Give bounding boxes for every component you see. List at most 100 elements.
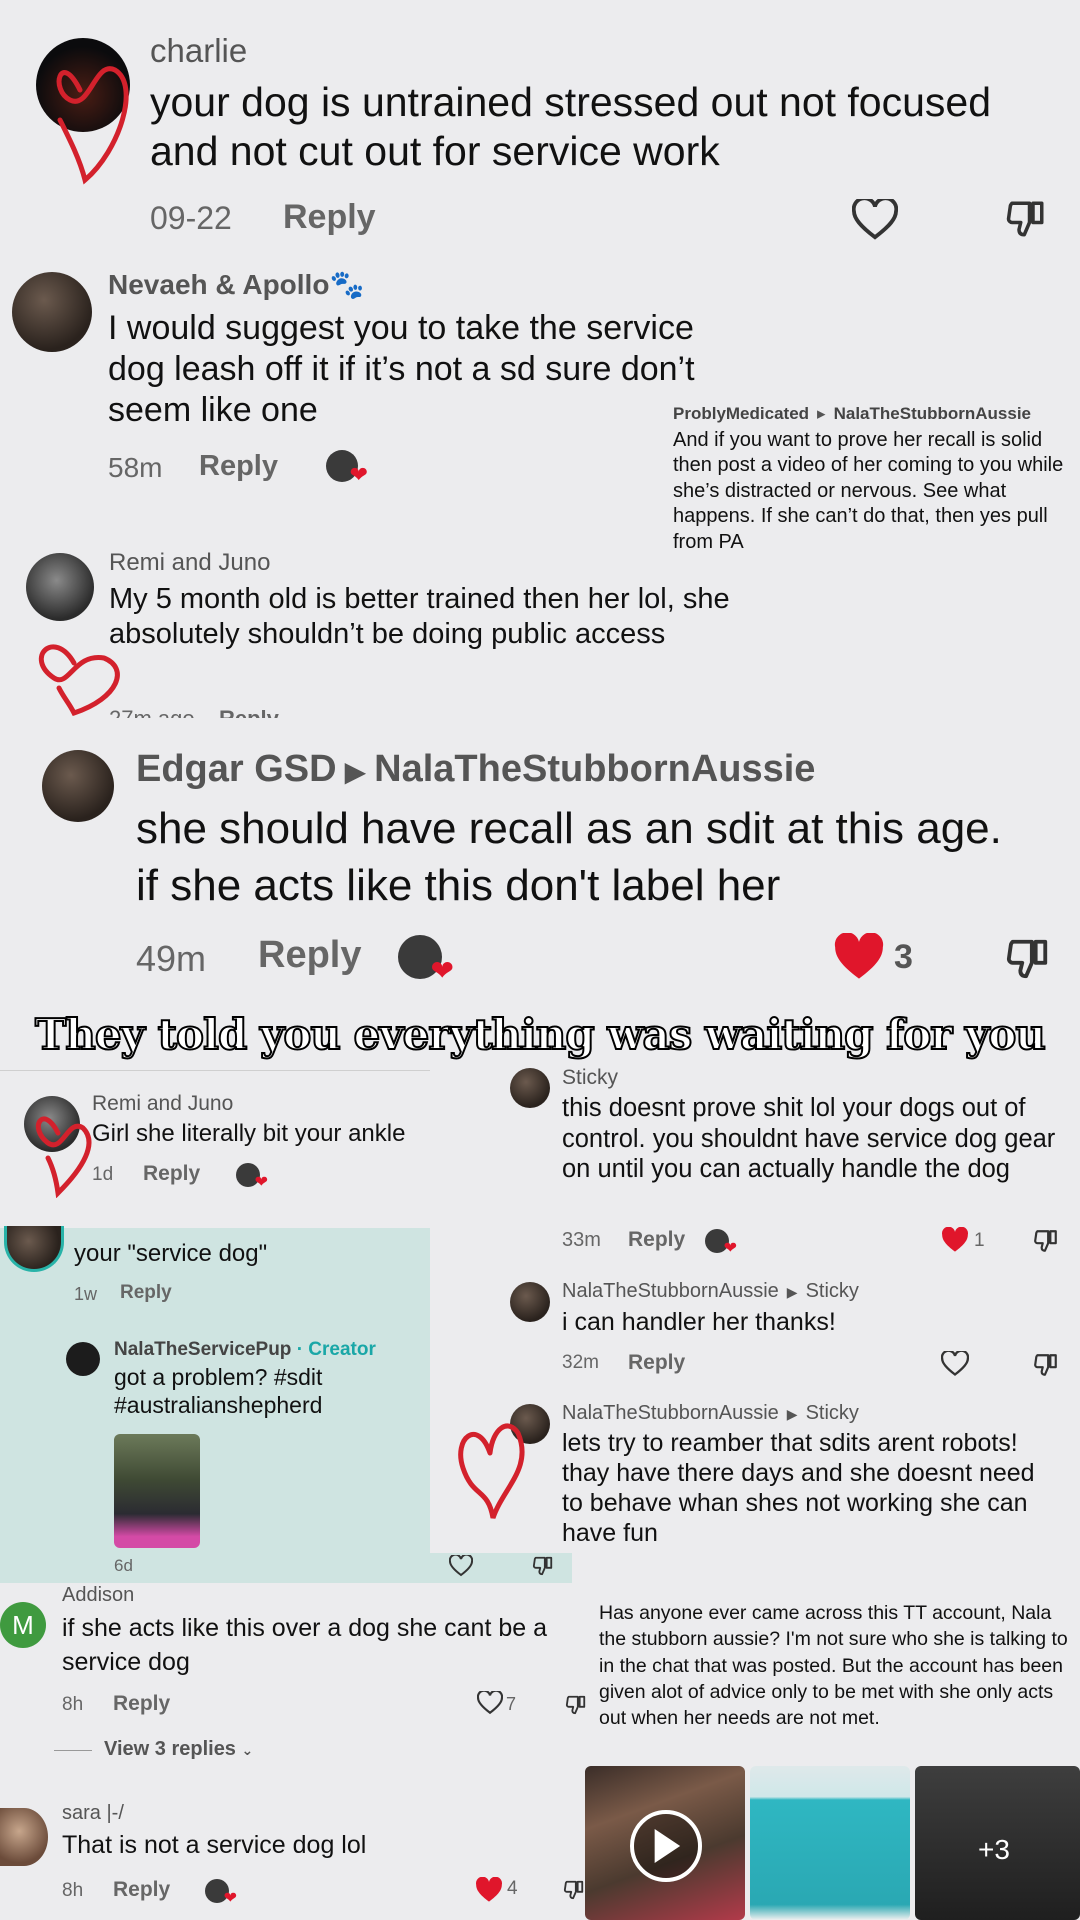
creator-name[interactable]: NalaTheServicePup bbox=[114, 1339, 291, 1360]
comment-text: she should have recall as an sdit at thi… bbox=[136, 804, 1002, 911]
view-replies-button[interactable]: View 3 replies ⌄ bbox=[104, 1738, 253, 1761]
play-icon[interactable] bbox=[630, 1810, 702, 1882]
avatar[interactable] bbox=[12, 272, 92, 352]
reply-to[interactable]: NalaTheStubbornAussie bbox=[834, 404, 1031, 423]
heart-liked-icon[interactable] bbox=[474, 1876, 504, 1904]
creator-badge: · Creator bbox=[296, 1339, 376, 1360]
divider bbox=[54, 1750, 92, 1751]
comment-date: 49m bbox=[136, 938, 207, 979]
reply-from[interactable]: NalaTheStubbornAussie bbox=[562, 1402, 779, 1424]
reply-button[interactable]: Reply bbox=[120, 1282, 172, 1304]
comment-text: I would suggest you to take the service … bbox=[108, 309, 695, 429]
comment-date: 8h bbox=[62, 1694, 84, 1715]
avatar[interactable] bbox=[0, 1808, 48, 1866]
reply-header: NalaTheStubbornAussie ▶ Sticky bbox=[562, 1402, 859, 1424]
dislike-icon[interactable] bbox=[564, 1692, 588, 1718]
comment-date: 6d bbox=[114, 1556, 133, 1575]
heart-liked-icon[interactable] bbox=[832, 932, 886, 982]
commenter-name[interactable]: Remi and Juno bbox=[109, 549, 270, 577]
reply-button[interactable]: Reply bbox=[199, 450, 278, 483]
avatar[interactable] bbox=[510, 1282, 550, 1322]
comment-text: And if you want to prove her recall is s… bbox=[673, 429, 1064, 553]
dislike-icon[interactable] bbox=[562, 1876, 586, 1904]
like-count: 3 bbox=[894, 938, 913, 976]
creator-liked-icon: ❤ bbox=[392, 932, 454, 986]
comment-text: lets try to reamber that sdits arent rob… bbox=[562, 1429, 1035, 1547]
heart-scribble bbox=[38, 644, 120, 717]
heart-icon[interactable] bbox=[852, 198, 898, 242]
reply-to[interactable]: Sticky bbox=[806, 1402, 859, 1424]
dislike-icon[interactable] bbox=[1004, 934, 1052, 984]
comment-text: My 5 month old is better trained then he… bbox=[109, 583, 730, 650]
creator-liked-icon: ❤ bbox=[700, 1226, 737, 1257]
like-count: 7 bbox=[506, 1694, 517, 1714]
reply-from[interactable]: NalaTheStubbornAussie bbox=[562, 1280, 779, 1302]
creator-liked-icon: ❤ bbox=[232, 1160, 268, 1191]
commenter-name[interactable]: Remi and Juno bbox=[92, 1092, 233, 1116]
creator-header: NalaTheServicePup · Creator bbox=[114, 1339, 376, 1361]
reply-button[interactable]: Reply bbox=[219, 706, 279, 718]
creator-reply-panel-bottom bbox=[0, 1553, 572, 1583]
commenter-name[interactable]: Sticky bbox=[562, 1066, 618, 1090]
screenshot-thumbnail[interactable] bbox=[750, 1766, 910, 1920]
avatar[interactable] bbox=[26, 553, 94, 621]
heart-scribble bbox=[56, 66, 129, 185]
like-count: 4 bbox=[507, 1878, 518, 1899]
heart-scribble bbox=[458, 1423, 525, 1519]
avatar[interactable] bbox=[510, 1068, 550, 1108]
cropped-comment-footer: 27m ago Reply bbox=[109, 702, 769, 718]
commenter-name[interactable]: Nevaeh & Apollo🐾 bbox=[108, 268, 364, 301]
chevron-down-icon: ⌄ bbox=[241, 1742, 254, 1758]
comment-text: your dog is untrained stressed out not f… bbox=[150, 79, 992, 175]
comment-date: 58m bbox=[108, 452, 163, 483]
reply-header: NalaTheStubbornAussie ▶ Sticky bbox=[562, 1280, 859, 1302]
reply-button[interactable]: Reply bbox=[628, 1228, 685, 1252]
divider bbox=[0, 1070, 430, 1071]
reply-button[interactable]: Reply bbox=[628, 1351, 685, 1375]
dislike-icon[interactable] bbox=[1032, 1350, 1060, 1380]
heart-icon[interactable] bbox=[448, 1554, 474, 1578]
commenter-name[interactable]: sara |-/ bbox=[62, 1802, 124, 1825]
heart-scribble bbox=[36, 1116, 92, 1198]
commenter-name[interactable]: Addison bbox=[62, 1584, 134, 1607]
heart-liked-icon[interactable] bbox=[940, 1226, 970, 1254]
reply-button[interactable]: Reply bbox=[283, 198, 376, 237]
comment-date: 1w bbox=[74, 1284, 98, 1304]
dislike-icon[interactable] bbox=[1032, 1226, 1060, 1256]
like-count: 1 bbox=[974, 1230, 985, 1251]
video-caption: They told you everything was waiting for… bbox=[34, 1009, 1047, 1060]
comment-text: your "service dog" bbox=[74, 1240, 268, 1267]
creator-liked-icon: ❤ bbox=[320, 446, 368, 487]
dislike-icon[interactable] bbox=[1004, 196, 1048, 242]
avatar[interactable] bbox=[66, 1342, 100, 1376]
commenter-name[interactable]: charlie bbox=[150, 32, 247, 70]
comment-text: That is not a service dog lol bbox=[62, 1831, 367, 1859]
avatar[interactable]: M bbox=[0, 1602, 46, 1648]
comment-date: 8h bbox=[62, 1880, 84, 1901]
more-images-count[interactable]: +3 bbox=[978, 1834, 1010, 1866]
comment-text: this doesnt prove shit lol your dogs out… bbox=[562, 1094, 1056, 1184]
comment-date: 09-22 bbox=[150, 200, 232, 236]
reply-from[interactable]: ProblyMedicated bbox=[673, 404, 809, 423]
comment-text: Girl she literally bit your ankle bbox=[92, 1120, 406, 1147]
reply-header: Edgar GSD ▶ NalaTheStubbornAussie bbox=[136, 748, 816, 790]
reply-button[interactable]: Reply bbox=[258, 934, 361, 977]
comment-text: if she acts like this over a dog she can… bbox=[62, 1614, 547, 1676]
heart-icon[interactable] bbox=[476, 1690, 504, 1716]
avatar[interactable] bbox=[42, 750, 114, 822]
dislike-icon[interactable] bbox=[530, 1554, 556, 1578]
comment-text: got a problem? #sdit #australianshepherd bbox=[114, 1364, 323, 1418]
reply-to[interactable]: NalaTheStubbornAussie bbox=[374, 748, 815, 790]
reply-from[interactable]: Edgar GSD bbox=[136, 748, 337, 790]
post-text: Has anyone ever came across this TT acco… bbox=[599, 1602, 1068, 1730]
reply-button[interactable]: Reply bbox=[143, 1162, 200, 1186]
video-thumbnail[interactable] bbox=[114, 1434, 200, 1548]
comment-date: 32m bbox=[562, 1352, 599, 1373]
creator-liked-icon: ❤ bbox=[200, 1876, 237, 1907]
view-replies-label: View 3 replies bbox=[104, 1738, 236, 1760]
reply-to[interactable]: Sticky bbox=[806, 1280, 859, 1302]
heart-icon[interactable] bbox=[940, 1350, 970, 1378]
comment-date: 33m bbox=[562, 1229, 601, 1251]
reply-button[interactable]: Reply bbox=[113, 1692, 170, 1716]
reply-button[interactable]: Reply bbox=[113, 1878, 170, 1902]
